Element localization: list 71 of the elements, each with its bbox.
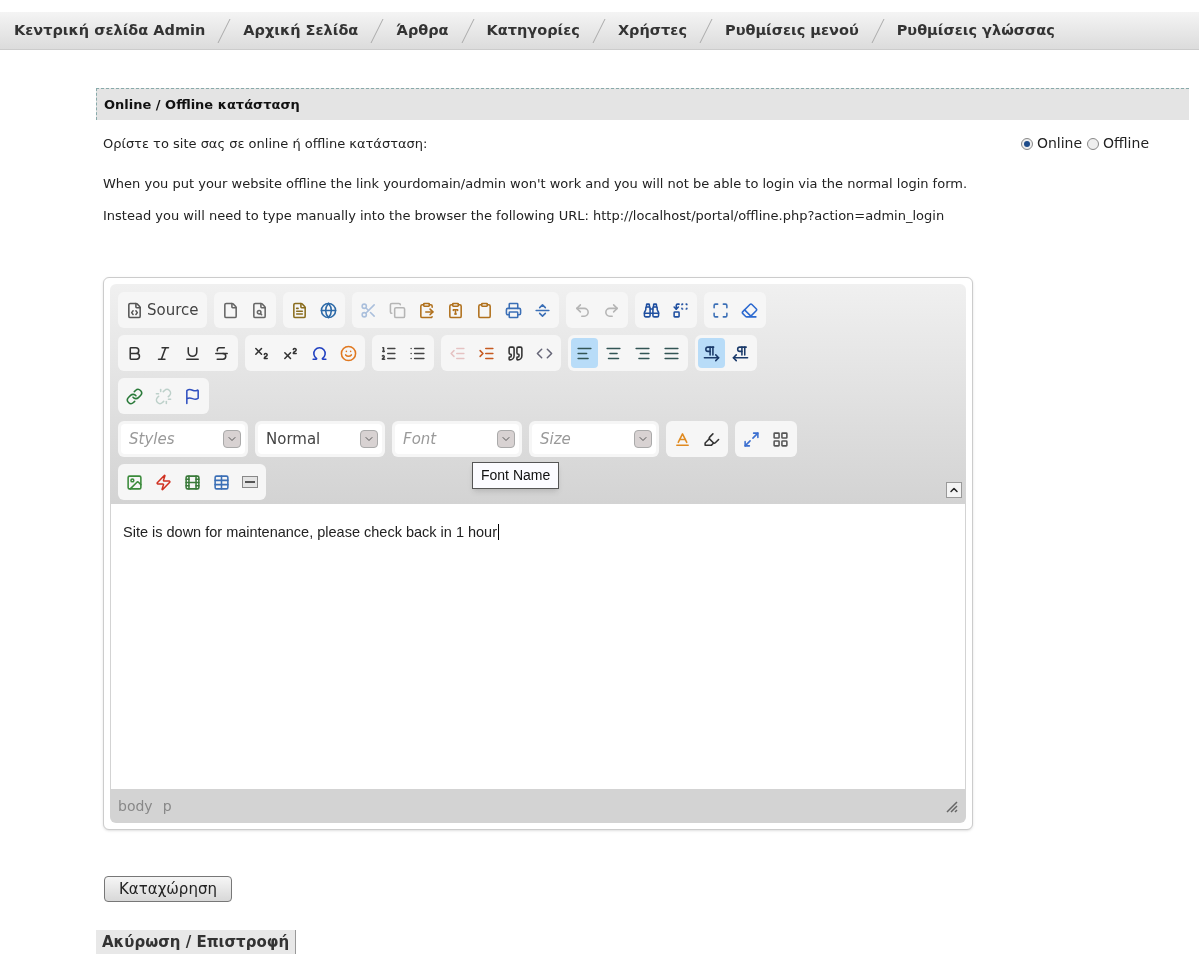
note-text: When you put your website offline the link yourdomain/admin won't work and you will not be able to login via the normal login form.: [102, 175, 969, 193]
smiley-icon: [340, 344, 357, 362]
nav-link[interactable]: Ρυθμίσεις γλώσσας: [896, 19, 1055, 42]
clipboard-text-icon: [446, 301, 464, 319]
film-icon: [184, 473, 201, 491]
italic-icon: [155, 344, 172, 362]
document-icon: [290, 301, 308, 319]
section-header: Online / Offline κατάσταση: [96, 88, 1189, 120]
numbered-list-icon: [380, 344, 397, 362]
maximize-icon: [743, 430, 760, 448]
flag-icon: [184, 387, 201, 405]
clipboard-icon: [475, 301, 493, 319]
eraser-icon: [740, 301, 758, 319]
toolbar-button[interactable]: [571, 338, 598, 368]
slash-separator-icon: [460, 17, 475, 44]
cancel-button[interactable]: Ακύρωση / Επιστροφή: [96, 930, 297, 954]
radio-option[interactable]: Online: [1020, 133, 1083, 154]
toolbar-button[interactable]: [698, 338, 725, 368]
globe-icon: [319, 301, 337, 319]
flash-icon: [155, 473, 172, 491]
printer-icon: [504, 301, 522, 319]
underline-icon: [184, 344, 201, 362]
editor-content-area[interactable]: Site is down for maintenance, please check back in 1 hour: [110, 504, 966, 789]
nav-link[interactable]: Κατηγορίες: [486, 19, 580, 42]
collapse-toolbar-button[interactable]: [946, 482, 962, 498]
nav-link[interactable]: Ρυθμίσεις μενού: [725, 19, 859, 42]
bold-icon: [126, 344, 143, 362]
slash-separator-icon: [591, 17, 606, 44]
tooltip: Font Name: [472, 462, 560, 489]
page-break-icon: [533, 301, 551, 319]
left-to-right-icon: [703, 344, 720, 362]
prompt-text: Ορίστε το site σας σε online ή offline κατάσταση:: [103, 134, 428, 153]
slash-separator-icon: [370, 17, 385, 44]
image-icon: [126, 473, 143, 491]
slash-separator-icon: [870, 17, 885, 44]
scissors-icon: [359, 301, 377, 319]
nav-link[interactable]: Άρθρα: [396, 19, 449, 42]
binoculars-icon: [642, 301, 660, 319]
table-icon: [213, 473, 230, 491]
highlight-color-icon: [703, 430, 720, 448]
document-code-icon: [126, 301, 143, 319]
dropdown-field[interactable]: Normal: [258, 424, 382, 454]
select-all-icon: [711, 301, 729, 319]
copy-icon: [388, 301, 406, 319]
radio-button[interactable]: [1087, 137, 1100, 150]
radio-option[interactable]: Offline: [1087, 133, 1149, 154]
editor-text: Site is down for maintenance, please check back in 1 hour: [123, 524, 499, 540]
text-color-icon: [674, 430, 691, 448]
slash-separator-icon: [699, 17, 713, 44]
strikethrough-icon: [213, 344, 230, 362]
unlink-icon: [155, 387, 172, 405]
source-button[interactable]: Source: [121, 295, 204, 325]
show-blocks-icon: [772, 430, 789, 448]
resize-grip-icon[interactable]: [944, 799, 958, 813]
nav-link[interactable]: Κεντρική σελίδα Admin: [14, 19, 206, 42]
save-button[interactable]: Καταχώρηση: [104, 876, 232, 902]
blank-page-icon: [221, 301, 239, 319]
right-to-left-icon: [732, 344, 749, 362]
page-magnifier-icon: [250, 301, 268, 319]
slash-separator-icon: [217, 17, 232, 44]
nav-link[interactable]: Χρήστες: [617, 19, 687, 42]
quote-icon: [507, 344, 524, 362]
undo-icon: [573, 301, 591, 319]
clipboard-icon: [417, 301, 435, 319]
redo-icon: [602, 301, 620, 319]
omega-icon: [311, 344, 328, 362]
nav-link[interactable]: Αρχική Σελίδα: [243, 19, 359, 42]
radio-button[interactable]: [1020, 137, 1033, 150]
replace-icon: [671, 301, 689, 319]
note-text: Instead you will need to type manually into the browser the following URL: http://localhost/portal/offline.php?action=admin_login: [102, 206, 946, 225]
link-icon: [126, 387, 143, 405]
